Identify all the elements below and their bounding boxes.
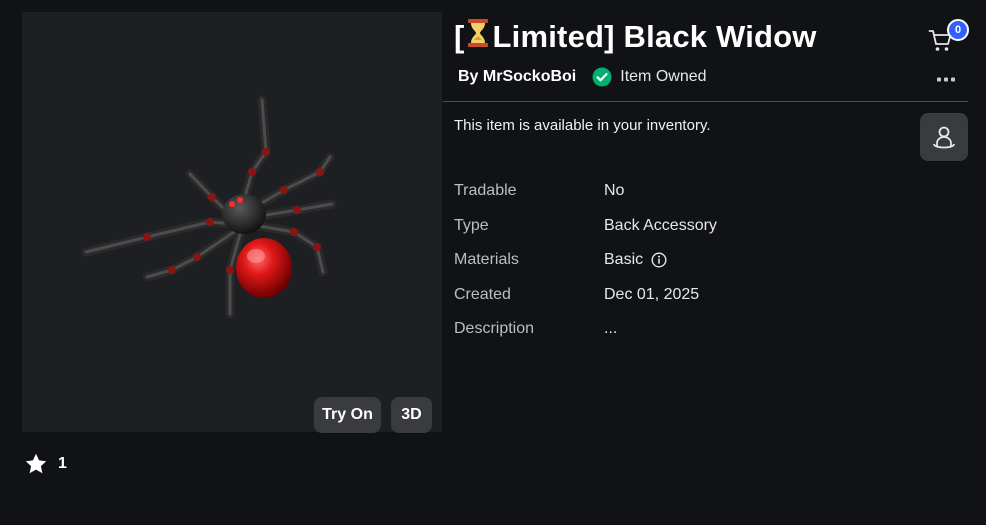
detail-label: Materials bbox=[454, 251, 519, 269]
detail-row-materials: Materials Basic bbox=[454, 243, 717, 278]
try-on-button[interactable]: Try On bbox=[314, 397, 381, 433]
detail-value: No bbox=[604, 182, 625, 200]
byline: By MrSockoBoi Item Owned bbox=[458, 67, 707, 87]
detail-value: ... bbox=[604, 320, 618, 338]
3d-view-button[interactable]: 3D bbox=[391, 397, 432, 433]
check-circle-icon bbox=[592, 67, 612, 87]
avatar-action-button[interactable] bbox=[920, 113, 968, 161]
detail-value: Dec 01, 2025 bbox=[604, 285, 700, 303]
title-prefix: [ bbox=[454, 19, 465, 54]
detail-label: Created bbox=[454, 285, 511, 303]
detail-row-type: Type Back Accessory bbox=[454, 209, 717, 244]
hourglass-icon bbox=[467, 18, 489, 56]
availability-text: This item is available in your inventory… bbox=[454, 117, 711, 134]
detail-value: Back Accessory bbox=[604, 216, 717, 234]
item-details-page: Try On 3D 1 [ Limited] Black Widow By Mr… bbox=[0, 0, 986, 525]
favorite-count: 1 bbox=[58, 455, 67, 472]
detail-value: Basic bbox=[604, 251, 644, 269]
detail-row-description: Description ... bbox=[454, 312, 717, 347]
item-owned-label: Item Owned bbox=[620, 68, 707, 85]
cart-count-badge: 0 bbox=[947, 19, 969, 41]
detail-label: Tradable bbox=[454, 182, 517, 200]
creator-link[interactable]: By MrSockoBoi bbox=[458, 68, 576, 86]
item-preview[interactable]: Try On 3D bbox=[22, 12, 442, 433]
star-icon bbox=[25, 453, 47, 474]
favorite-toggle[interactable]: 1 bbox=[24, 452, 67, 476]
more-options-button[interactable] bbox=[937, 70, 955, 88]
item-details-table: Tradable No Type Back Accessory Material… bbox=[454, 174, 717, 347]
spider-thumbnail bbox=[81, 95, 337, 319]
detail-label: Type bbox=[454, 216, 489, 234]
detail-row-tradable: Tradable No bbox=[454, 174, 717, 209]
item-title: [ Limited] Black Widow bbox=[454, 18, 817, 56]
title-text: Limited] Black Widow bbox=[492, 19, 817, 54]
info-icon[interactable] bbox=[651, 252, 667, 268]
detail-row-created: Created Dec 01, 2025 bbox=[454, 278, 717, 313]
header-divider bbox=[443, 101, 968, 102]
more-dots-icon bbox=[937, 77, 955, 82]
detail-label: Description bbox=[454, 320, 535, 338]
avatar-icon bbox=[933, 126, 955, 149]
